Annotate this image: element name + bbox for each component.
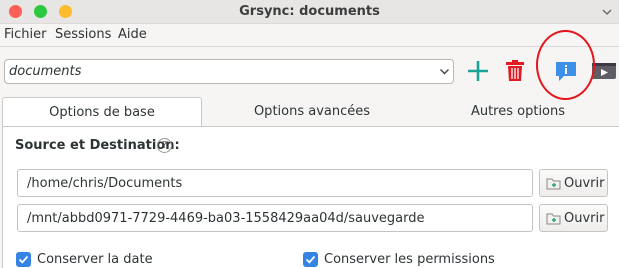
source-open-button[interactable]: Ouvrir [539,169,608,197]
destination-open-button[interactable]: Ouvrir [539,204,608,232]
run-icon [592,63,616,79]
menu-separator [0,46,619,47]
run-simulation-button[interactable] [589,57,619,85]
menu-bar: Fichier Sessions Aide [0,24,619,46]
help-icon[interactable]: ? [157,138,172,153]
session-select[interactable]: documents [4,59,454,84]
menu-fichier[interactable]: Fichier [4,27,47,42]
check-icon [18,255,29,264]
tab-options-avancees[interactable]: Options avancées [212,97,412,127]
title-bar: Grsync: documents [0,0,619,24]
preserve-date-checkbox[interactable] [16,252,31,267]
chevron-down-icon [440,69,449,75]
preserve-date-label: Conserver la date [37,252,153,267]
preserve-permissions-label: Conserver les permissions [324,252,495,267]
session-info-button[interactable] [551,57,581,85]
trash-icon [506,60,524,81]
source-path-field[interactable]: /home/chris/Documents [17,169,533,197]
destination-path-field[interactable]: /mnt/abbd0971-7729-4469-ba03-1558429aa04… [17,204,533,232]
destination-open-label: Ouvrir [564,211,605,226]
add-icon [468,61,488,81]
source-path-value: /home/chris/Documents [27,176,183,191]
chevron-down-icon[interactable] [601,6,613,18]
folder-icon [546,213,561,225]
delete-session-button[interactable] [500,57,530,85]
tab-bar: Options de base Options avancées Autres … [2,97,619,127]
add-session-button[interactable] [463,57,493,85]
window-title: Grsync: documents [239,4,380,19]
menu-sessions[interactable]: Sessions [55,27,111,42]
check-icon [305,255,316,264]
section-title: Source et Destination: [15,138,180,153]
source-open-label: Ouvrir [564,176,605,191]
preserve-permissions-checkbox[interactable] [303,252,318,267]
session-select-value: documents [9,64,82,79]
info-bubble-icon [556,62,576,81]
destination-path-value: /mnt/abbd0971-7729-4469-ba03-1558429aa04… [27,211,425,226]
menu-aide[interactable]: Aide [118,27,147,42]
tab-options-de-base[interactable]: Options de base [2,97,202,127]
folder-icon [546,178,561,190]
tab-autres-options[interactable]: Autres options [418,97,618,127]
